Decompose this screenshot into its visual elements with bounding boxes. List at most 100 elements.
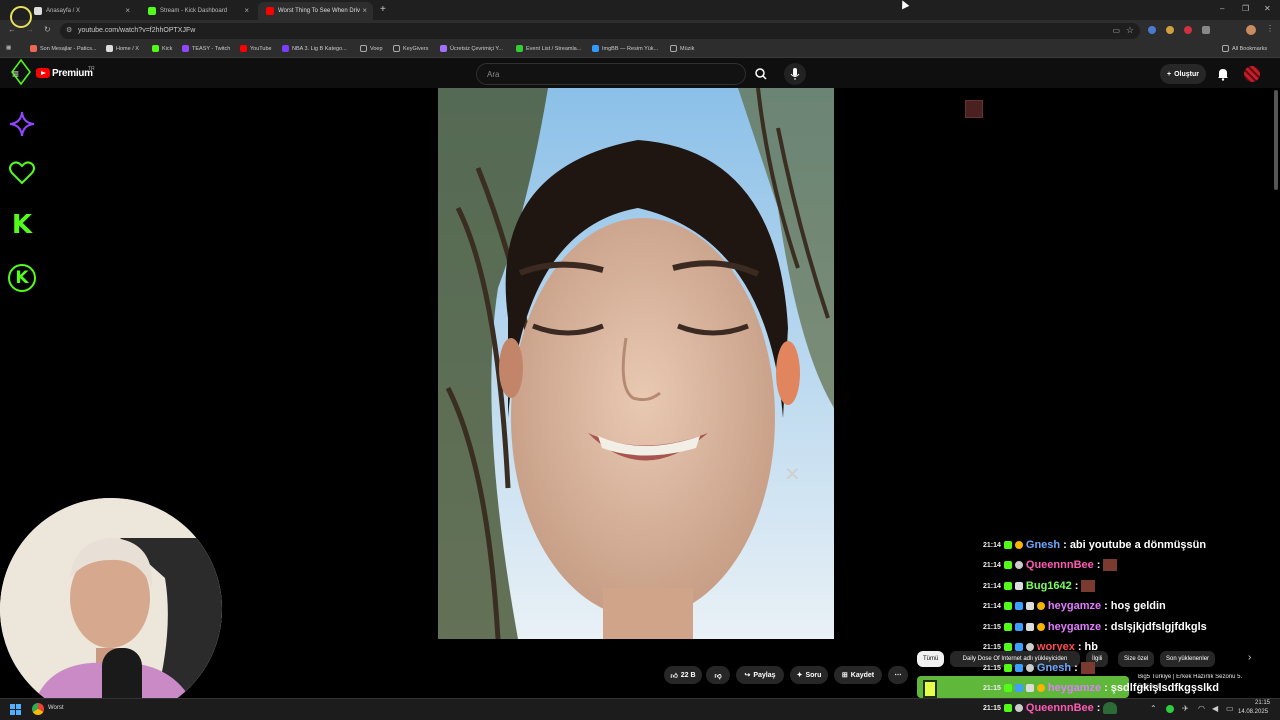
bookmark-item[interactable]: NBA 3. Lig B Katego... <box>282 45 347 52</box>
kick-k-icon: K <box>11 210 33 240</box>
bookmark-star-icon[interactable]: ☆ <box>1126 25 1134 36</box>
youtube-icon <box>266 7 274 15</box>
bookmark-item[interactable]: Kick <box>152 45 172 52</box>
thumbs-up-icon: 👍︎ <box>670 672 678 680</box>
tray-app-icon[interactable]: ✈ <box>1182 704 1189 713</box>
kick-icon <box>148 7 156 15</box>
cast-icon[interactable]: ▭ <box>1112 26 1120 35</box>
windows-start-icon[interactable] <box>10 704 22 716</box>
recommendation-title[interactable]: Big5 Türkiye | Erkek Hazırlık Sezonu 5. <box>1138 674 1268 680</box>
chat-message: 21:15 Gnesh: <box>983 662 1095 674</box>
tray-app-icon[interactable] <box>1166 705 1174 713</box>
chat-message: 21:14 QueennnBee: <box>983 559 1118 571</box>
tab-kick-dashboard[interactable]: Stream - Kick Dashboard × <box>140 2 255 20</box>
close-tab-icon[interactable]: × <box>244 6 249 15</box>
close-tab-icon[interactable]: × <box>362 6 367 15</box>
dislike-button[interactable]: 👎︎ <box>706 666 730 684</box>
close-window-icon[interactable]: ✕ <box>1264 4 1271 13</box>
chat-text: dslşjkjdfslgjfdkgls <box>1110 621 1207 633</box>
battery-icon[interactable]: ▭ <box>1226 704 1234 713</box>
chat-username: Gnesh <box>1025 539 1061 551</box>
search-icon <box>755 68 767 80</box>
clock-time[interactable]: 21:15 <box>1244 700 1270 706</box>
tab-youtube-video[interactable]: Worst Thing To See When Driv × <box>258 2 373 20</box>
chat-text: hoş geldin <box>1110 600 1166 612</box>
chips-next-icon[interactable]: › <box>1248 652 1251 663</box>
reload-icon[interactable]: ↻ <box>44 25 51 34</box>
extension-icon[interactable] <box>1166 26 1174 34</box>
taskbar-app-label[interactable]: Worst <box>48 705 64 711</box>
premium-logo-text[interactable]: Premium <box>52 68 93 79</box>
chat-text: şsdlfgkişlsdfkgşslkd <box>1110 682 1219 694</box>
heart-icon <box>9 161 35 185</box>
ask-button[interactable]: ✦ Soru <box>790 666 828 684</box>
profile-avatar[interactable] <box>1246 25 1256 35</box>
menu-dots-icon[interactable]: ⋮ <box>1266 24 1274 33</box>
search-button[interactable] <box>746 63 776 85</box>
tab-bar: Anasayfa / X × Stream - Kick Dashboard ×… <box>0 0 1280 28</box>
extensions-puzzle-icon[interactable] <box>1202 26 1210 34</box>
chip-recent[interactable]: Son yüklenenler <box>1160 651 1216 667</box>
bookmark-item[interactable]: Son Mesajlar - Patics... <box>30 45 97 52</box>
chat-username: Bug1642 <box>1025 580 1072 592</box>
bookmark-item[interactable]: Home / X <box>106 45 139 52</box>
bookmark-item[interactable]: Event List / Streamla... <box>516 45 581 52</box>
bookmark-item[interactable]: KeyGivers <box>393 45 428 52</box>
chat-username: heygamze <box>1047 682 1102 694</box>
bookmark-item[interactable]: Ücretsiz Çevrimiçi Y... <box>440 45 503 52</box>
chip-for-you[interactable]: Size özel <box>1118 651 1155 667</box>
share-button[interactable]: ↪ Paylaş <box>736 666 784 684</box>
close-tab-icon[interactable]: × <box>125 6 130 15</box>
notifications-bell-icon[interactable] <box>1216 67 1230 81</box>
youtube-logo-icon[interactable] <box>36 68 50 78</box>
chat-username: heygamze <box>1047 600 1102 612</box>
sparkle-icon <box>9 111 35 137</box>
like-button[interactable]: 👍︎ 22 B <box>664 666 702 684</box>
chat-text: abi youtube a dönmüşsün <box>1069 539 1207 551</box>
chat-username: Gnesh <box>1036 662 1072 674</box>
save-playlist-icon: ⊞ <box>841 672 848 679</box>
tray-chevron-icon[interactable]: ⌃ <box>1150 704 1157 713</box>
chat-username: QueennnBee <box>1025 559 1094 571</box>
bookmark-item[interactable]: Voep <box>360 45 383 52</box>
tab-title: Anasayfa / X <box>46 8 81 14</box>
new-tab-button[interactable]: + <box>380 4 386 15</box>
apps-grid-icon[interactable]: ▦ <box>6 45 11 51</box>
bookmark-item[interactable]: TEASY - Twitch <box>182 45 230 52</box>
chrome-taskbar-icon[interactable] <box>32 703 44 715</box>
emote-icon <box>1081 580 1096 592</box>
chip-all[interactable]: Tümü <box>917 651 945 667</box>
chat-message: 21:15 QueennnBee: <box>983 702 1118 714</box>
bookmark-item[interactable]: YouTube <box>240 45 272 52</box>
site-info-icon[interactable]: ⚙ <box>66 26 72 34</box>
extension-icon[interactable] <box>1148 26 1156 34</box>
forward-icon[interactable]: → <box>26 25 34 34</box>
restore-icon[interactable]: ❐ <box>1242 4 1249 13</box>
volume-icon[interactable]: ◀ <box>1212 704 1218 713</box>
create-button[interactable]: + Oluştur <box>1160 64 1206 84</box>
url-text: youtube.com/watch?v=f2hhOPTXJFw <box>78 27 196 34</box>
address-bar[interactable]: ⚙ youtube.com/watch?v=f2hhOPTXJFw ▭ ☆ <box>60 23 1140 39</box>
chat-message: 21:14 Bug1642: <box>983 580 1096 592</box>
search-input[interactable]: Ara <box>476 63 746 85</box>
plus-icon: + <box>1167 70 1172 78</box>
bookmark-item[interactable]: Müzik <box>670 45 694 52</box>
voice-search-button[interactable] <box>784 63 806 85</box>
bookmark-item[interactable]: ImgBB — Resim Yük... <box>592 45 658 52</box>
save-button[interactable]: ⊞ Kaydet <box>834 666 882 684</box>
all-bookmarks[interactable]: All Bookmarks <box>1222 45 1267 52</box>
green-diamond-logo-icon <box>11 58 31 86</box>
video-player[interactable] <box>438 88 834 639</box>
page-scrollbar[interactable] <box>1274 90 1278 190</box>
tab-x-home[interactable]: Anasayfa / X × <box>26 2 136 20</box>
account-avatar[interactable] <box>1244 66 1260 82</box>
wifi-icon[interactable]: ◠ <box>1198 704 1205 713</box>
more-actions-button[interactable]: ⋯ <box>888 666 908 684</box>
youtube-header: ≡ Premium TR Ara + Oluştur <box>0 58 1280 90</box>
extension-icon[interactable] <box>1184 26 1192 34</box>
x-icon <box>34 7 42 15</box>
chat-message: 21:15 heygamze: dslşjkjdfslgjfdkgls <box>983 621 1207 633</box>
minimize-icon[interactable]: – <box>1220 4 1224 13</box>
clock-date[interactable]: 14.08.2025 <box>1238 709 1268 715</box>
streamer-webcam <box>0 498 222 720</box>
